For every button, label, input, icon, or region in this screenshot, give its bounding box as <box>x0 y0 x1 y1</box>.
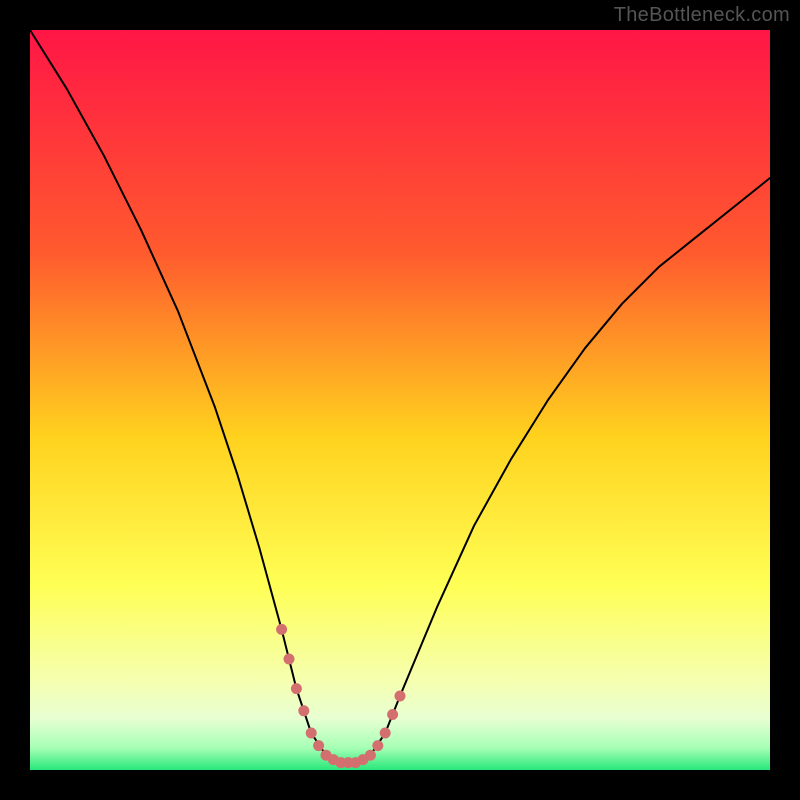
trough-marker-dot <box>276 624 287 635</box>
trough-marker-dot <box>291 683 302 694</box>
bottleneck-chart <box>0 0 800 800</box>
trough-marker-dot <box>395 691 406 702</box>
chart-stage: TheBottleneck.com <box>0 0 800 800</box>
trough-marker-dot <box>387 709 398 720</box>
trough-marker-dot <box>380 728 391 739</box>
plot-background <box>30 30 770 770</box>
trough-marker-dot <box>298 705 309 716</box>
watermark-label: TheBottleneck.com <box>614 4 790 27</box>
trough-marker-dot <box>306 728 317 739</box>
trough-marker-dot <box>372 740 383 751</box>
trough-marker-dot <box>284 654 295 665</box>
trough-marker-dot <box>313 740 324 751</box>
trough-marker-dot <box>365 750 376 761</box>
